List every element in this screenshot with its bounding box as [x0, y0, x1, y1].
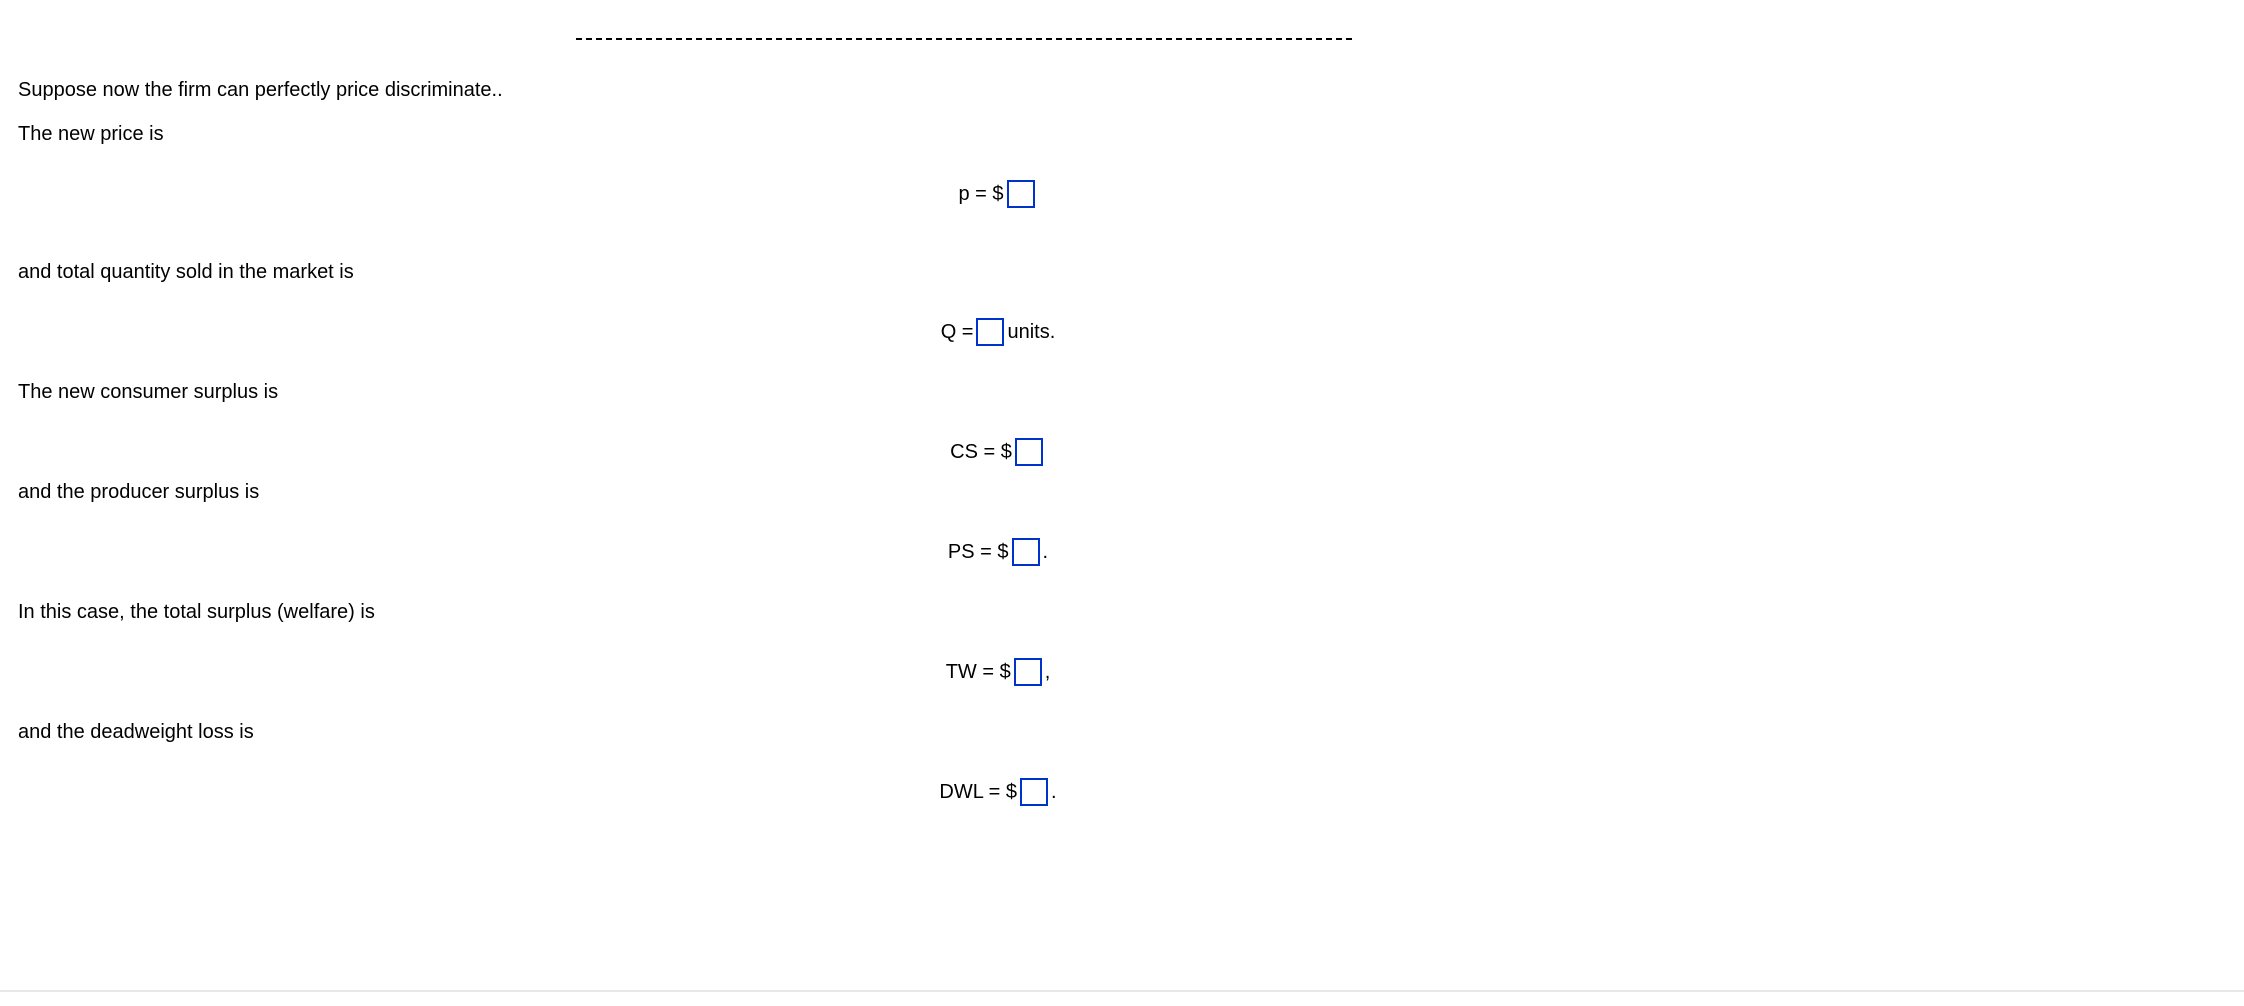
ps-suffix: .	[1043, 541, 1049, 564]
price-input[interactable]	[1007, 180, 1035, 208]
cs-input[interactable]	[1015, 438, 1043, 466]
quantity-prompt: and total quantity sold in the market is	[18, 260, 2218, 284]
price-equation-row: p = $	[18, 180, 1978, 208]
intro-text: Suppose now the firm can perfectly price…	[18, 78, 2218, 102]
quantity-input[interactable]	[976, 318, 1004, 346]
ps-prompt: and the producer surplus is	[18, 480, 2218, 504]
tw-label: TW = $	[946, 661, 1011, 684]
dwl-prompt: and the deadweight loss is	[18, 720, 2218, 744]
tw-input[interactable]	[1014, 658, 1042, 686]
price-prompt: The new price is	[18, 122, 2218, 146]
price-label: p = $	[958, 183, 1003, 206]
quantity-equation-row: Q = units.	[18, 318, 1978, 346]
tw-equation-row: TW = $ ,	[18, 658, 1978, 686]
cs-equation-row: CS = $	[18, 438, 1978, 466]
dwl-input[interactable]	[1020, 778, 1048, 806]
quantity-label-pre: Q =	[941, 321, 974, 344]
cs-label: CS = $	[950, 441, 1012, 464]
ps-equation-row: PS = $ .	[18, 538, 1978, 566]
footer-divider	[0, 990, 2244, 992]
ps-label: PS = $	[948, 541, 1009, 564]
tw-prompt: In this case, the total surplus (welfare…	[18, 600, 2218, 624]
dwl-suffix: .	[1051, 781, 1057, 804]
question-content: Suppose now the firm can perfectly price…	[18, 78, 2218, 806]
dwl-label: DWL = $	[939, 781, 1017, 804]
ps-input[interactable]	[1012, 538, 1040, 566]
divider-dashed	[576, 38, 1352, 40]
cs-prompt: The new consumer surplus is	[18, 380, 2218, 404]
dwl-equation-row: DWL = $ .	[18, 778, 1978, 806]
tw-suffix: ,	[1045, 661, 1051, 684]
quantity-label-post: units.	[1007, 321, 1055, 344]
